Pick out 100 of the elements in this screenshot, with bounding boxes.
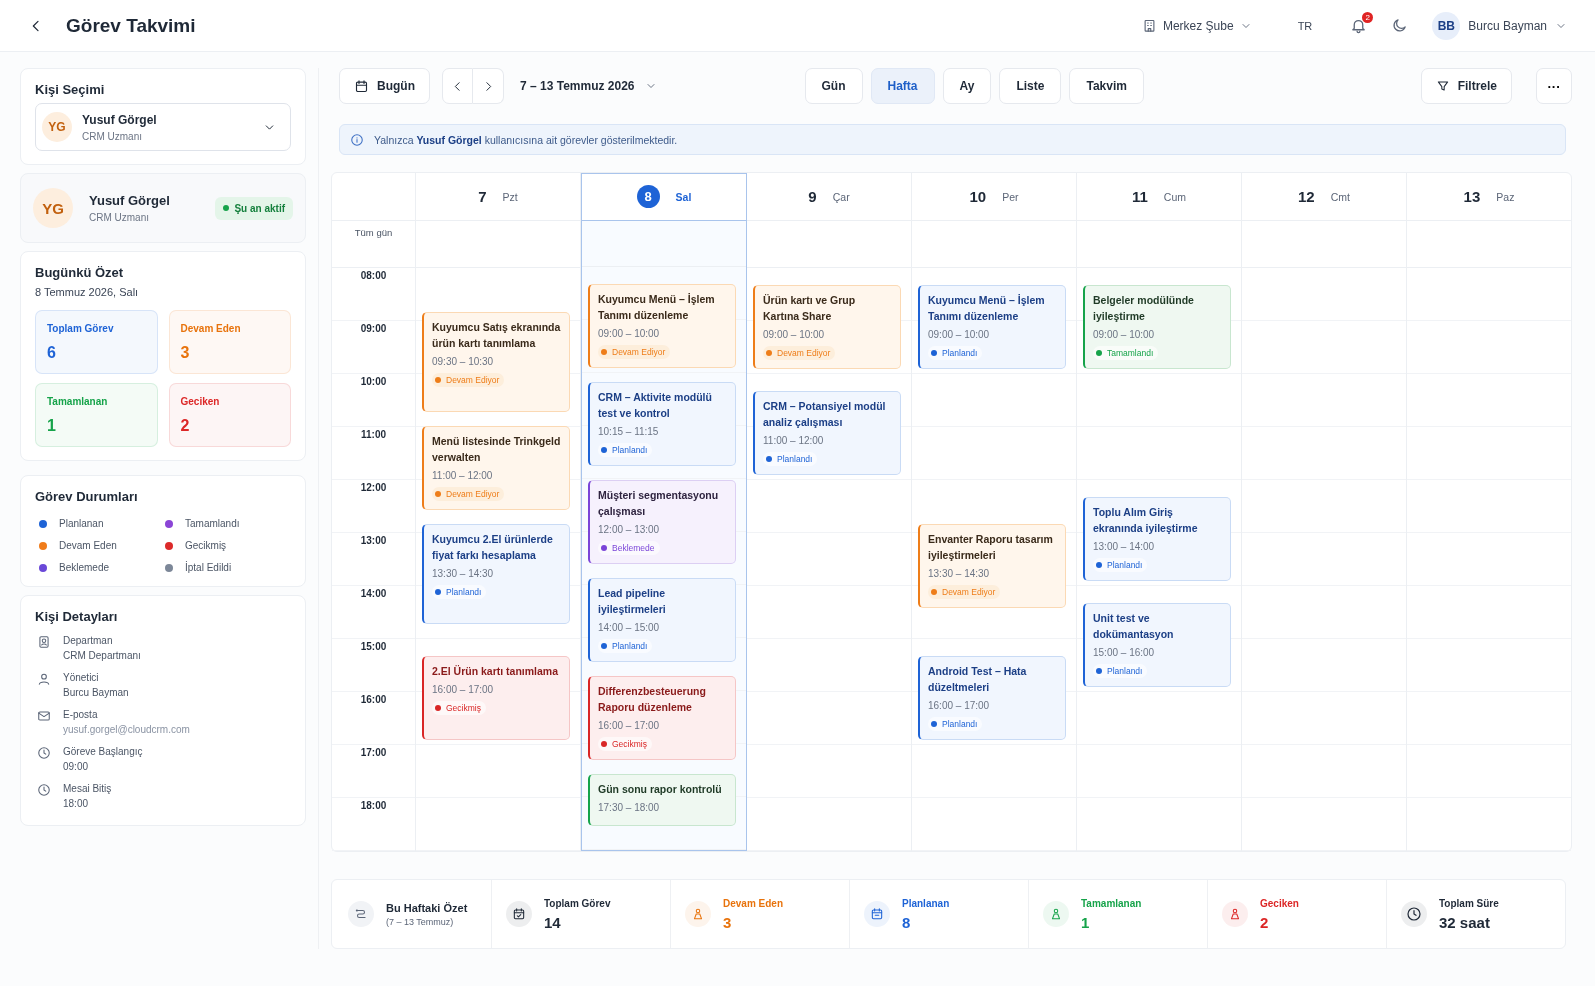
event-title: CRM – Potansiyel modül analiz çalışması: [763, 399, 887, 430]
hour-label: 18:00: [360, 800, 387, 811]
hour-label: 13:00: [360, 535, 387, 546]
day-name: Çar: [832, 190, 850, 203]
event-card[interactable]: Belgeler modülünde iyileştirme 09:00 – 10:00 Tamamlandı: [1083, 285, 1231, 369]
stat-label: Planlanan: [902, 897, 950, 909]
filter-button[interactable]: Filtrele: [1420, 68, 1512, 104]
day-number: 11: [1132, 188, 1148, 205]
legend-label: Devam Eden: [59, 540, 117, 551]
event-card[interactable]: 2.El Ürün kartı tanımlama 16:00 – 17:00 Gecikmiş: [422, 656, 570, 740]
date-range-selector[interactable]: 7 – 13 Temmuz 2026: [514, 78, 663, 94]
event-card[interactable]: CRM – Potansiyel modül analiz çalışması 11:00 – 12:00 Planlandı: [753, 391, 901, 475]
event-title: Kuyumcu 2.El ürünlerde fiyat farkı hesaplama: [432, 531, 554, 563]
event-card[interactable]: Ürün kartı ve Grup Kartına Share 09:00 – 10:00 Devam Ediyor: [753, 285, 901, 369]
day-number: 9: [808, 188, 817, 205]
event-card[interactable]: Kuyumcu 2.El ürünlerde fiyat farkı hesaplama 13:30 – 14:30 Planlandı: [422, 523, 570, 624]
view-tab[interactable]: Liste: [999, 68, 1062, 104]
event-card[interactable]: Kuyumcu Menü – İşlem Tanımı düzenleme 09:00 – 10:00 Planlandı: [918, 285, 1066, 369]
clock-icon: [37, 783, 51, 797]
stat-label: Tamamlanan: [1081, 897, 1142, 909]
event-time: 16:00 – 17:00: [928, 700, 991, 711]
view-tab[interactable]: Ay: [942, 68, 992, 104]
branch-selector[interactable]: Merkez Şube: [1135, 17, 1258, 34]
event-time: 17:30 – 18:00: [598, 802, 661, 813]
user-menu[interactable]: BB Burcu Bayman: [1426, 10, 1573, 41]
stat-value: 8: [902, 913, 912, 931]
status-badge: Planlandı: [598, 639, 653, 653]
hour-label: 12:00: [360, 482, 387, 493]
event-time: 12:00 – 13:00: [598, 524, 661, 535]
event-time: 16:00 – 17:00: [598, 720, 661, 731]
card-title: Kişi Detayları: [35, 609, 119, 624]
detail-value: Burcu Bayman: [63, 687, 129, 698]
event-title: Lead pipeline iyileştirmeleri: [598, 586, 667, 617]
event-time: 11:00 – 12:00: [763, 435, 825, 446]
info-text: Yalnızca Yusuf Görgel kullanıcısına ait görevler gösterilmektedir.: [374, 133, 678, 146]
stat-value: 1: [47, 417, 57, 435]
summary-title: Bu Haftaki Özet: [386, 901, 468, 914]
person-select[interactable]: YG Yusuf Görgel CRM Uzmanı: [35, 103, 291, 151]
more-button[interactable]: ···: [1536, 68, 1572, 104]
event-title: Envanter Raporu tasarım iyileştirmeleri: [928, 531, 1054, 563]
hour-label: 16:00: [360, 694, 387, 705]
stat-value: 3: [723, 913, 733, 931]
detail-label: Departman: [63, 635, 114, 646]
event-time: 13:00 – 14:00: [1093, 541, 1156, 552]
person-icon: [1228, 907, 1242, 921]
hour-label: 11:00: [361, 429, 386, 440]
stat-value: 2: [180, 417, 191, 435]
day-name: Pzt: [502, 190, 518, 203]
calendar-icon: [870, 907, 884, 921]
event-card[interactable]: Kuyumcu Menü – İşlem Tanımı düzenleme 09:00 – 10:00 Devam Ediyor: [588, 284, 736, 368]
event-title: 2.El Ürün kartı tanımlama: [432, 664, 560, 679]
legend-label: Tamamlandı: [185, 518, 240, 529]
event-card[interactable]: CRM – Aktivite modülü test ve kontrol 10:15 – 11:15 Planlandı: [588, 382, 736, 466]
event-card[interactable]: Unit test ve dokümantasyon 15:00 – 16:00 Planlandı: [1083, 603, 1231, 687]
status-badge: Şu an aktif: [215, 196, 293, 220]
view-tab[interactable]: Takvim: [1069, 68, 1144, 104]
event-time: 13:30 – 14:30: [928, 567, 991, 579]
event-title: CRM – Aktivite modülü test ve kontrol: [598, 390, 713, 421]
stat-value: 1: [1081, 913, 1091, 931]
detail-label: Mesai Bitiş: [63, 783, 112, 794]
event-card[interactable]: Müşteri segmentasyonu çalışması 12:00 – 13:00 Beklemede: [588, 480, 736, 564]
today-button[interactable]: Bugün: [339, 68, 430, 104]
event-time: 11:00 – 12:00: [432, 469, 494, 481]
hour-label: 14:00: [360, 588, 387, 599]
legend-label: Gecikmiş: [185, 540, 227, 551]
event-card[interactable]: Menü listesinde Trinkgeld verwalten 11:00 – 12:00 Devam Ediyor: [422, 425, 570, 510]
day-name: Per: [1002, 190, 1019, 203]
event-card[interactable]: Kuyumcu Satış ekranında ürün kartı tanımlama 09:30 – 10:30 Devam Ediyor: [422, 311, 570, 412]
day-name: Paz: [1496, 190, 1515, 203]
avatar: YG: [33, 188, 73, 228]
info-icon: [350, 132, 364, 147]
filter-icon: [1435, 79, 1450, 93]
event-card[interactable]: Envanter Raporu tasarım iyileştirmeleri 13:30 – 14:30 Devam Ediyor: [918, 523, 1066, 608]
person-icon: [691, 907, 705, 921]
day-number: 8: [636, 185, 660, 209]
page-title: Görev Takvimi: [66, 14, 196, 37]
event-time: 13:30 – 14:30: [432, 567, 495, 579]
event-card[interactable]: Lead pipeline iyileştirmeleri 14:00 – 15:00 Planlandı: [588, 578, 736, 662]
route-icon: [354, 907, 368, 921]
summary-date: 8 Temmuz 2026, Salı: [35, 286, 140, 298]
event-card[interactable]: Gün sonu rapor kontrolü 17:30 – 18:00: [588, 774, 736, 826]
stat-label: Devam Eden: [180, 323, 242, 334]
status-badge: Gecikmiş: [432, 701, 486, 715]
status-badge: Planlandı: [928, 717, 983, 731]
day-number: 12: [1298, 188, 1315, 205]
event-title: Unit test ve dokümantasyon: [1093, 611, 1175, 642]
notification-count: 2: [1362, 12, 1374, 23]
event-card[interactable]: Toplu Alım Giriş ekranında iyileştirme 13:00 – 14:00 Planlandı: [1083, 497, 1231, 581]
person-icon: [37, 672, 51, 686]
person-icon: [1049, 907, 1063, 921]
view-tab[interactable]: Gün: [804, 68, 863, 104]
language-button[interactable]: TR: [1291, 18, 1319, 33]
status-badge: Planlandı: [598, 443, 653, 457]
event-card[interactable]: Android Test – Hata düzeltmeleri 16:00 – 17:00 Planlandı: [918, 656, 1066, 740]
moon-icon: [1391, 17, 1409, 34]
event-card[interactable]: Differenzbesteuerung Raporu düzenleme 16:00 – 17:00 Gecikmiş: [588, 676, 736, 760]
legend-label: Beklemede: [59, 562, 110, 573]
event-time: 09:30 – 10:30: [432, 355, 495, 367]
event-time: 14:00 – 15:00: [598, 622, 661, 633]
view-tab[interactable]: Hafta: [870, 68, 935, 104]
